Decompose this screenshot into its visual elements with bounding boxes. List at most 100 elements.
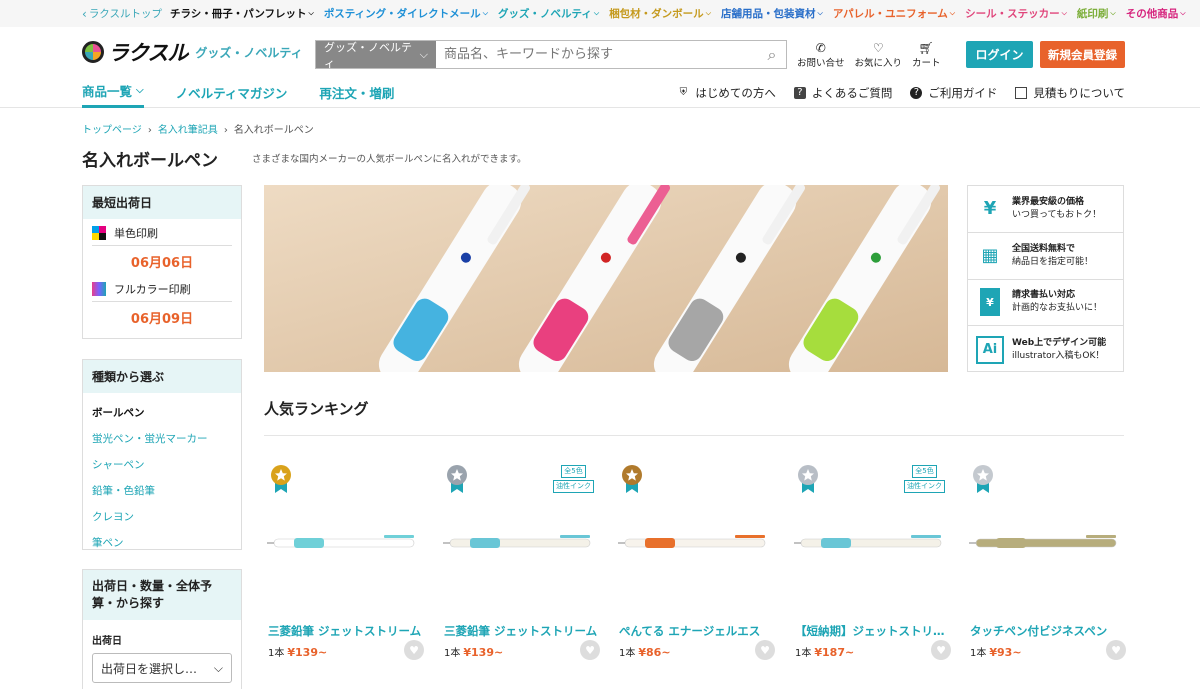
hero-banner[interactable]	[264, 185, 948, 372]
pens-illustration	[264, 185, 948, 372]
price-unit: 1本	[444, 648, 461, 659]
chevron-down-icon: ⌵	[1061, 9, 1067, 17]
chevron-down-icon: ⌵	[1180, 9, 1186, 17]
product-card[interactable]: ぺんてる エナージェルエス 1本 ¥86~ ♥	[615, 460, 775, 681]
faq-link[interactable]: ? よくあるご質問	[793, 85, 892, 101]
chevron-down-icon: ⌵	[1110, 9, 1116, 17]
rank-medal-icon	[798, 465, 818, 493]
favorites-button[interactable]: ♡ お気に入り	[855, 41, 903, 69]
type-brush-pen[interactable]: 筆ペン	[92, 535, 232, 550]
logo-text: ラクスル	[108, 41, 188, 65]
nav-reorder[interactable]: 再注文・増刷	[319, 77, 394, 108]
nav-products[interactable]: 商品一覧 ⌵	[82, 77, 144, 108]
category-link[interactable]: チラシ・冊子・パンフレット ⌵	[170, 6, 314, 21]
feature-shipping: ▦ 全国送料無料で 納品日を指定可能！	[968, 233, 1123, 280]
chevron-down-icon: ⌵	[817, 9, 823, 17]
cart-button[interactable]: 🛒︎ カート	[912, 41, 941, 69]
product-price: 1本 ¥139~	[444, 644, 503, 659]
breadcrumb-writing[interactable]: 名入れ筆記具	[158, 125, 218, 136]
search-input[interactable]	[436, 41, 758, 68]
shield-icon: ⛨	[679, 86, 688, 98]
product-name[interactable]: タッチペン付ビジネスペン	[970, 623, 1128, 639]
product-tag: 油性インク	[553, 480, 594, 493]
rank-medal-icon	[271, 465, 291, 493]
product-name[interactable]: 三菱鉛筆 ジェットストリーム	[444, 623, 602, 639]
product-card[interactable]: 三菱鉛筆 ジェットストリーム 1本 ¥139~ ♥	[264, 460, 424, 681]
price-unit: 1本	[268, 648, 285, 659]
register-button[interactable]: 新規会員登録	[1040, 41, 1125, 68]
price-value: ¥187~	[814, 646, 855, 659]
favorite-heart-icon[interactable]: ♥	[404, 640, 424, 660]
breadcrumb-top[interactable]: トップページ	[82, 125, 142, 136]
category-link[interactable]: シール・ステッカー ⌵	[965, 6, 1067, 21]
product-card[interactable]: 全5色油性インク三菱鉛筆 ジェットストリーム 1本 ¥139~ ♥	[440, 460, 600, 681]
invoice-icon: ¥	[980, 288, 1000, 317]
shipping-title: 最短出荷日	[83, 186, 241, 219]
category-link[interactable]: その他商品 ⌵	[1126, 6, 1186, 21]
type-highlighter[interactable]: 蛍光ペン・蛍光マーカー	[92, 431, 232, 446]
product-tag: 全5色	[561, 465, 586, 478]
shipping-box: 最短出荷日 単色印刷 06月06日 フルカラー印刷 06月09日	[82, 185, 242, 339]
category-link[interactable]: ポスティング・ダイレクトメール ⌵	[324, 6, 488, 21]
logo[interactable]: ラクスル グッズ・ノベルティ	[82, 37, 303, 67]
beginners-link[interactable]: ⛨ はじめての方へ	[677, 85, 776, 101]
login-button[interactable]: ログイン	[966, 41, 1033, 68]
cart-icon: 🛒︎	[918, 41, 934, 55]
product-price: 1本 ¥93~	[970, 644, 1022, 659]
product-image	[267, 535, 415, 548]
rank-medal-icon	[447, 465, 467, 493]
type-pencil[interactable]: 鉛筆・色鉛筆	[92, 483, 232, 498]
ai-icon: Ai	[976, 335, 1004, 364]
price-value: ¥93~	[989, 646, 1022, 659]
chevron-right-icon: ›	[223, 125, 228, 136]
main-nav: 商品一覧 ⌵ ノベルティマガジン 再注文・増刷 ⛨ はじめての方へ ? よくあるご質問…	[0, 77, 1200, 108]
category-link[interactable]: グッズ・ノベルティ ⌵	[498, 6, 599, 21]
product-card[interactable]: 全5色 油性インク 【短納期】ジェットストリーム 1本 ¥187~ ♥	[791, 460, 953, 681]
chevron-down-icon: ⌵	[213, 660, 223, 675]
single-color-date: 06月06日	[92, 245, 232, 275]
favorite-heart-icon[interactable]: ♥	[931, 640, 951, 660]
category-link[interactable]: 紙印刷 ⌵	[1077, 6, 1116, 21]
type-crayon[interactable]: クレヨン	[92, 509, 232, 524]
category-link[interactable]: 店舗用品・包装資材 ⌵	[721, 6, 823, 21]
chat-question-icon: ?	[793, 86, 806, 99]
chevron-down-icon: ⌵	[949, 9, 956, 17]
single-color-label: 単色印刷	[114, 227, 158, 240]
feature-design: Ai Web上でデザイン可能 illustrator入稿もOK！	[968, 326, 1123, 373]
guide-link[interactable]: ? ご利用ガイド	[910, 85, 997, 101]
breadcrumb: トップページ › 名入れ筆記具 › 名入れボールペン	[82, 121, 314, 136]
product-tags: 全5色油性インク	[553, 465, 594, 495]
product-card[interactable]: タッチペン付ビジネスペン 1本 ¥93~ ♥	[966, 460, 1126, 681]
product-name[interactable]: 【短納期】ジェットストリーム	[795, 623, 953, 639]
raksul-top-link[interactable]: ‹ ラクスルトップ	[82, 6, 162, 21]
estimate-link[interactable]: 見積もりについて	[1015, 85, 1125, 101]
category-link[interactable]: 梱包材・ダンボール ⌵	[609, 6, 711, 21]
search-icon[interactable]: ⌕	[758, 41, 786, 68]
logo-mark-icon	[82, 41, 104, 63]
product-name[interactable]: ぺんてる エナージェルエス	[619, 623, 777, 639]
contact-button[interactable]: ✆ お問い合せ	[797, 41, 845, 69]
rank-medal-icon	[973, 465, 993, 493]
nav-magazine[interactable]: ノベルティマガジン	[176, 77, 288, 108]
type-ballpoint[interactable]: ボールペン	[92, 405, 232, 420]
ship-date-select[interactable]: 出荷日を選択し… ⌵	[92, 653, 232, 683]
price-value: ¥139~	[287, 646, 328, 659]
favorite-heart-icon[interactable]: ♥	[755, 640, 775, 660]
ranking-title: 人気ランキング	[264, 400, 369, 418]
single-color-icon	[92, 226, 106, 240]
search-category-select[interactable]: グッズ・ノベルティ ⌵	[316, 41, 436, 70]
type-mechanical-pencil[interactable]: シャーペン	[92, 457, 232, 472]
yen-icon: ¥	[983, 198, 997, 220]
category-link[interactable]: アパレル・ユニフォーム ⌵	[833, 6, 955, 21]
full-color-icon	[92, 282, 106, 296]
features-box: ¥ 業界最安級の価格 いつ買ってもおトク！ ▦ 全国送料無料で 納品日を指定可能！ ¥ 請…	[967, 185, 1124, 372]
chevron-down-icon: ⌵	[136, 85, 144, 96]
search-bar: グッズ・ノベルティ⌵ ⌕	[315, 40, 787, 70]
product-image	[969, 535, 1117, 548]
chevron-down-icon: ⌵	[705, 9, 711, 17]
heart-icon: ♡	[872, 41, 884, 55]
favorite-heart-icon[interactable]: ♥	[1106, 640, 1126, 660]
product-name[interactable]: 三菱鉛筆 ジェットストリーム	[268, 623, 426, 639]
favorite-heart-icon[interactable]: ♥	[580, 640, 600, 660]
price-unit: 1本	[619, 648, 636, 659]
